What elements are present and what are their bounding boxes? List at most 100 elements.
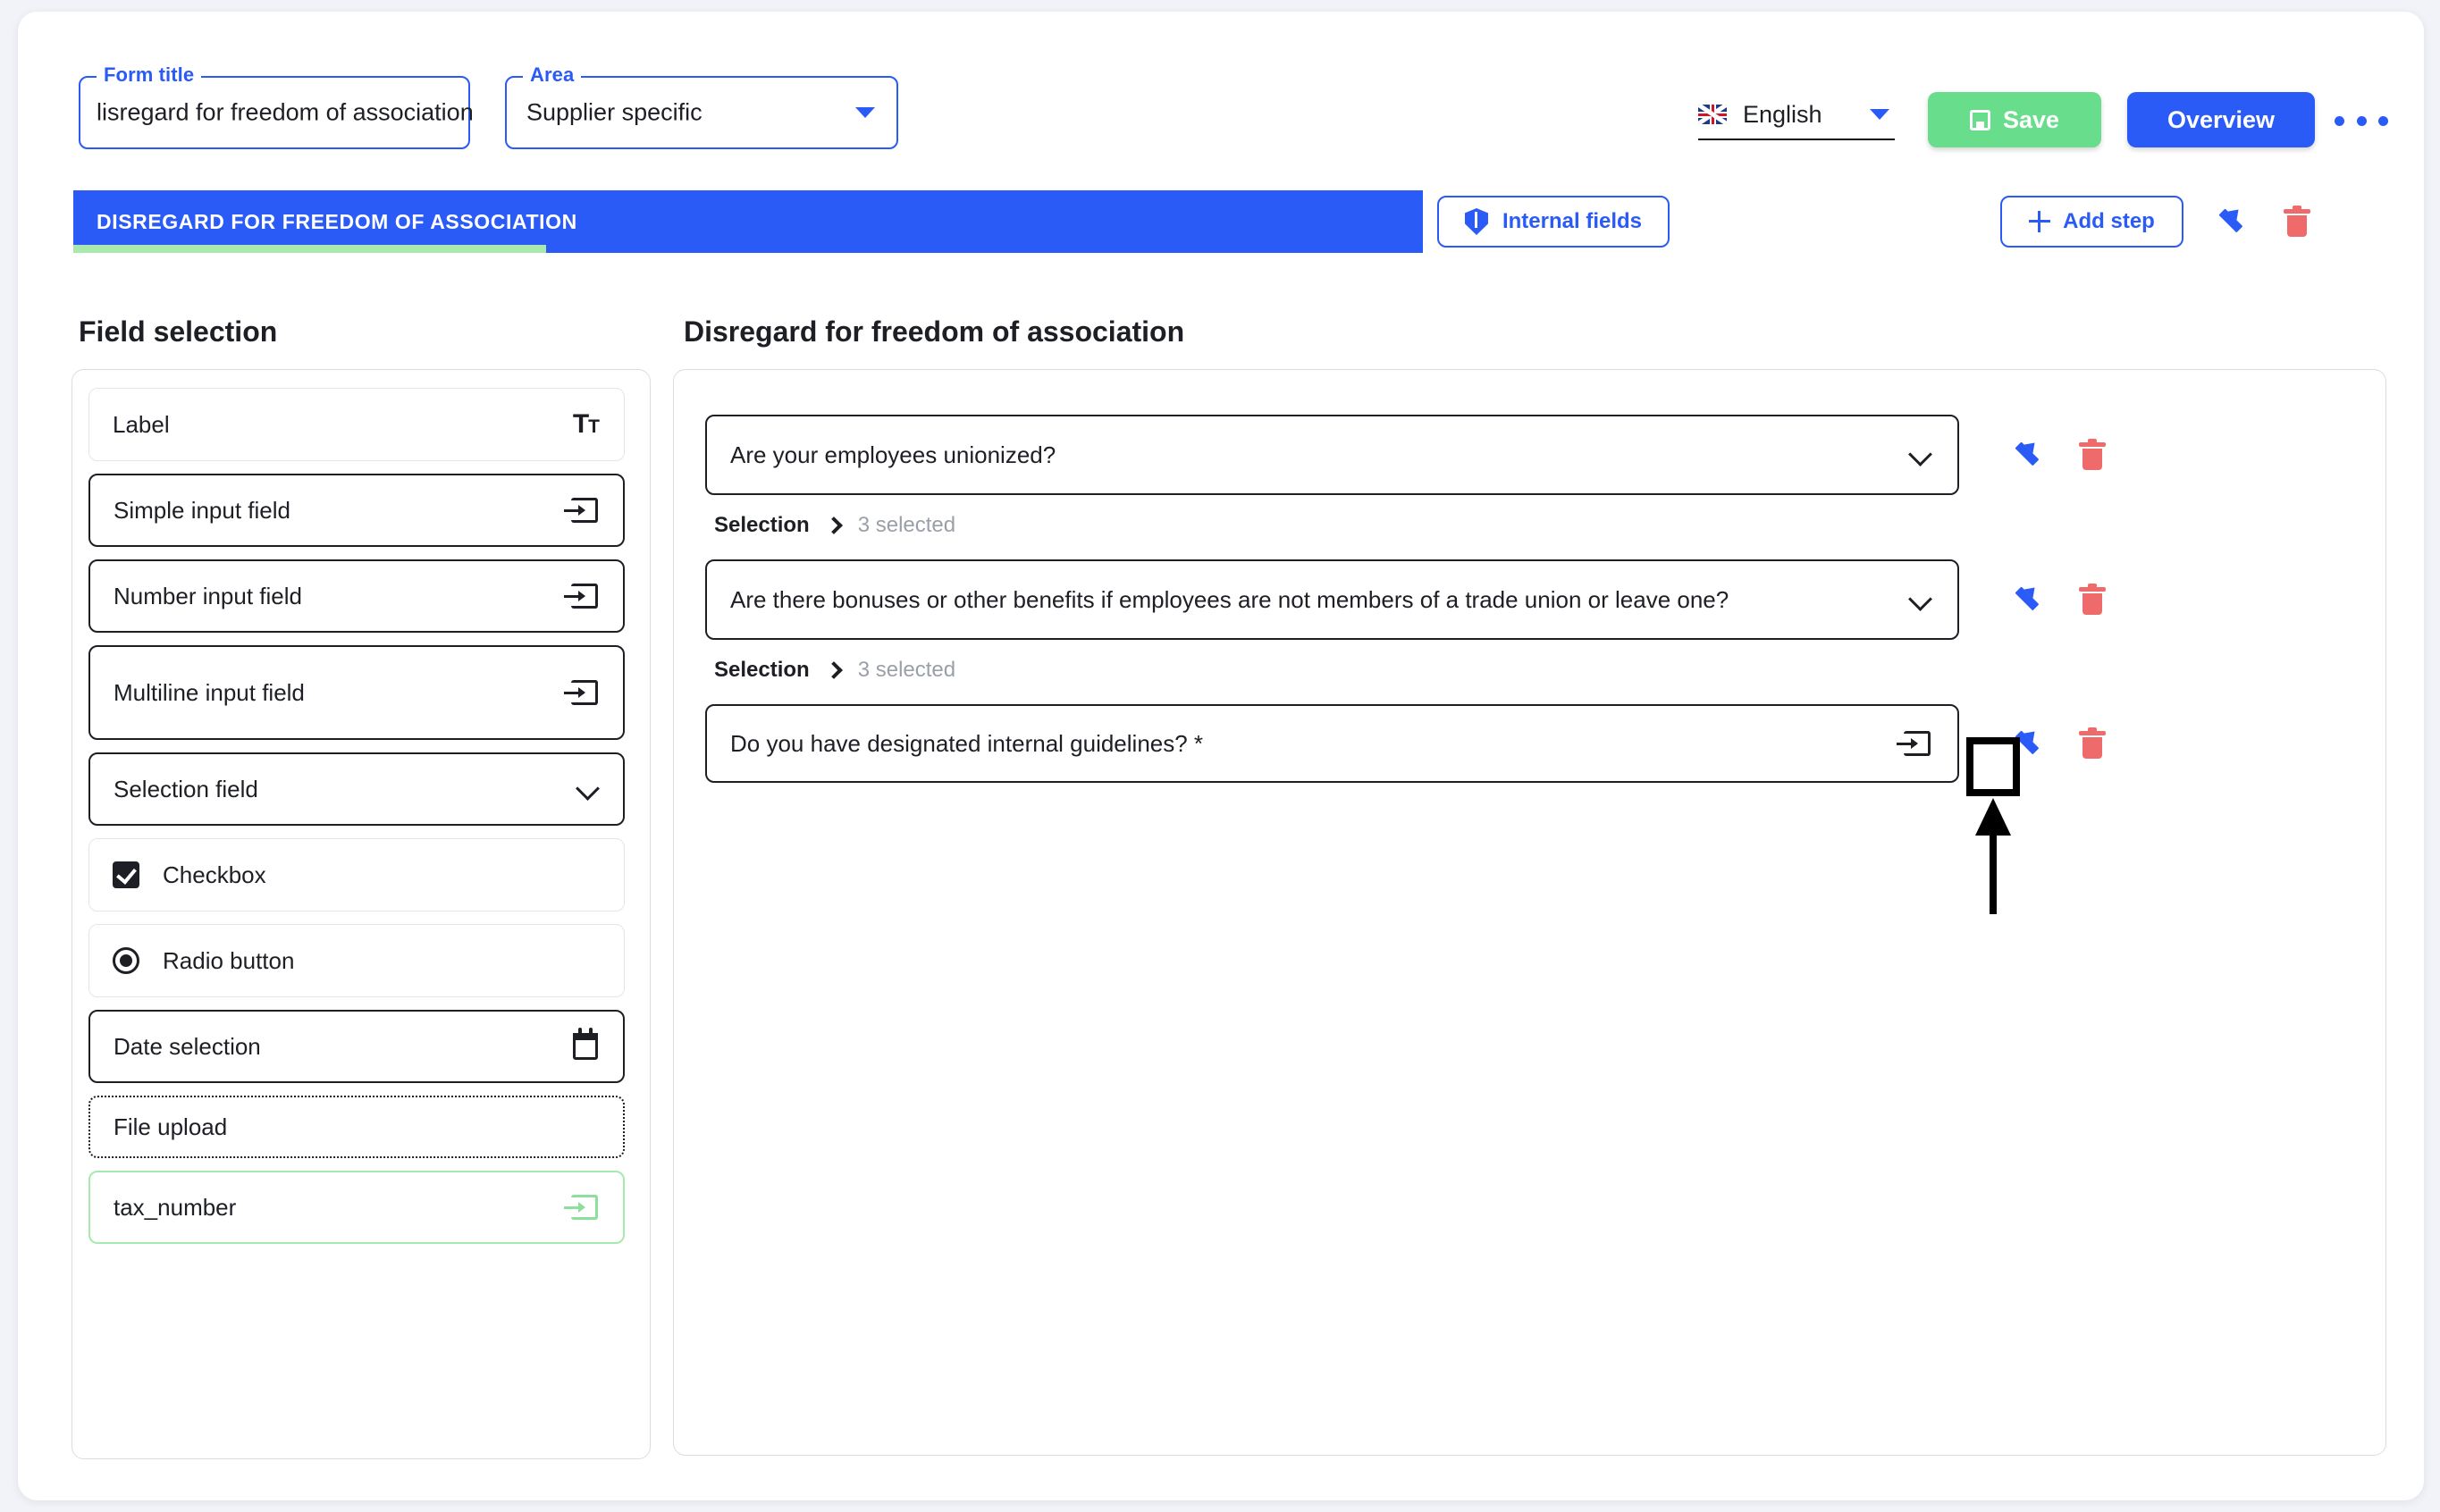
icon-wrapper: TT	[572, 409, 600, 440]
app-window: Form title lisregard for freedom of asso…	[18, 12, 2424, 1500]
palette-item-label: Selection field	[114, 775, 258, 802]
palette-item-label: Date selection	[114, 1032, 261, 1060]
question-text: Are your employees unionized?	[730, 441, 1056, 468]
plus-icon	[2029, 211, 2051, 232]
palette-item-selection-field[interactable]: Selection field	[88, 752, 625, 826]
palette-item-multiline-input-field[interactable]: Multiline input field	[88, 645, 625, 740]
icon-wrapper	[564, 584, 598, 609]
input-arrow-icon	[564, 584, 598, 609]
field-selection-panel: Label TT Simple input field Number input fi…	[72, 369, 651, 1459]
edit-question-2-button[interactable]	[2010, 583, 2040, 615]
edit-question-1-button[interactable]	[2010, 438, 2040, 470]
area-value: Supplier specific	[526, 98, 703, 126]
save-button[interactable]: Save	[1928, 92, 2101, 147]
question-meta-2: Selection 3 selected	[714, 658, 955, 683]
delete-step-button[interactable]	[2284, 206, 2310, 238]
icon-wrapper	[573, 1028, 598, 1060]
uk-flag-icon	[1698, 105, 1727, 124]
question-text: Do you have designated internal guidelin…	[730, 729, 1204, 757]
add-step-button[interactable]: Add step	[2000, 196, 2183, 248]
icon-wrapper	[564, 1195, 598, 1220]
palette-item-checkbox[interactable]: Checkbox	[88, 838, 625, 911]
question-text: Are there bonuses or other benefits if e…	[730, 585, 1729, 613]
delete-question-3-button[interactable]	[2079, 727, 2106, 760]
add-step-label: Add step	[2063, 209, 2155, 233]
language-label: English	[1743, 100, 1822, 128]
question-selected-count: 3 selected	[857, 513, 956, 537]
input-arrow-icon	[564, 498, 598, 523]
delete-question-1-button[interactable]	[2079, 439, 2106, 471]
icon-wrapper	[113, 861, 139, 888]
area-label: Area	[523, 63, 582, 87]
palette-item-tax-number[interactable]: tax_number	[88, 1171, 625, 1244]
form-title-field[interactable]: Form title lisregard for freedom of asso…	[79, 63, 474, 149]
area-select[interactable]: Area Supplier specific	[505, 63, 898, 149]
step-tab-label: DISREGARD FOR FREEDOM OF ASSOCIATION	[97, 209, 577, 233]
question-meta-1: Selection 3 selected	[714, 513, 955, 538]
ellipsis-icon	[2378, 115, 2388, 126]
chevron-down-icon	[855, 107, 875, 118]
field-selection-title: Field selection	[79, 315, 278, 348]
question-field-3[interactable]: Do you have designated internal guidelin…	[705, 704, 1959, 783]
delete-question-2-button[interactable]	[2079, 584, 2106, 616]
chevron-right-icon	[824, 517, 843, 534]
question-type-label: Selection	[714, 513, 810, 537]
input-arrow-icon	[564, 1195, 598, 1220]
step-progress-bar	[73, 245, 546, 253]
palette-item-file-upload[interactable]: File upload	[88, 1096, 625, 1158]
edit-question-3-button[interactable]	[2010, 727, 2040, 759]
icon-wrapper	[1911, 445, 1931, 465]
header-bar: Form title lisregard for freedom of asso…	[18, 12, 2424, 177]
question-type-label: Selection	[714, 658, 810, 682]
palette-item-label: tax_number	[114, 1193, 237, 1221]
chevron-right-icon	[824, 661, 843, 679]
icon-wrapper	[564, 498, 598, 523]
icon-wrapper	[578, 779, 598, 799]
icon-wrapper	[1897, 731, 1931, 756]
palette-item-label: Simple input field	[114, 496, 290, 524]
shield-icon	[1464, 208, 1488, 235]
question-selected-count: 3 selected	[857, 658, 956, 682]
palette-item-label: File upload	[114, 1113, 228, 1140]
language-selector[interactable]: English	[1698, 90, 1895, 140]
form-title-label: Form title	[97, 63, 202, 87]
question-field-2[interactable]: Are there bonuses or other benefits if e…	[705, 559, 1959, 640]
step-tab-active[interactable]: DISREGARD FOR FREEDOM OF ASSOCIATION	[73, 190, 1423, 253]
checkbox-icon	[113, 861, 139, 888]
ellipsis-icon	[2356, 115, 2367, 126]
radio-button-icon	[113, 947, 139, 974]
palette-item-label: Number input field	[114, 582, 302, 609]
calendar-icon	[573, 1028, 598, 1060]
icon-wrapper	[564, 680, 598, 705]
palette-item-label: Checkbox	[163, 861, 266, 888]
chevron-down-icon	[1870, 109, 1889, 120]
input-arrow-icon	[564, 680, 598, 705]
input-arrow-icon	[1897, 731, 1931, 756]
ellipsis-icon	[2335, 115, 2344, 126]
question-field-1[interactable]: Are your employees unionized?	[705, 415, 1959, 495]
chevron-down-icon	[578, 779, 598, 799]
more-options-button[interactable]	[2335, 105, 2388, 136]
palette-item-label: Multiline input field	[114, 678, 305, 706]
overview-button[interactable]: Overview	[2127, 92, 2315, 147]
icon-wrapper	[1911, 590, 1931, 609]
save-button-label: Save	[2002, 105, 2060, 133]
text-format-icon: TT	[572, 409, 600, 439]
palette-item-simple-input-field[interactable]: Simple input field	[88, 474, 625, 547]
internal-fields-button[interactable]: Internal fields	[1437, 196, 1670, 248]
form-title-value: lisregard for freedom of association	[97, 98, 474, 126]
palette-item-label[interactable]: Label TT	[88, 388, 625, 461]
icon-wrapper	[113, 947, 139, 974]
page-title: Disregard for freedom of association	[684, 315, 1185, 348]
palette-item-number-input-field[interactable]: Number input field	[88, 559, 625, 633]
edit-step-button[interactable]	[2214, 205, 2244, 237]
save-disk-icon	[1969, 109, 1990, 130]
palette-item-label: Label	[113, 410, 170, 438]
form-builder-panel: Are your employees unionized? Selection 3 …	[673, 369, 2386, 1456]
palette-item-date-selection[interactable]: Date selection	[88, 1010, 625, 1083]
overview-button-label: Overview	[2167, 105, 2276, 133]
field-palette-list: Label TT Simple input field Number input fi…	[88, 388, 635, 1256]
palette-item-label: Radio button	[163, 946, 295, 974]
palette-item-radio-button[interactable]: Radio button	[88, 924, 625, 997]
chevron-down-icon	[1911, 445, 1931, 465]
